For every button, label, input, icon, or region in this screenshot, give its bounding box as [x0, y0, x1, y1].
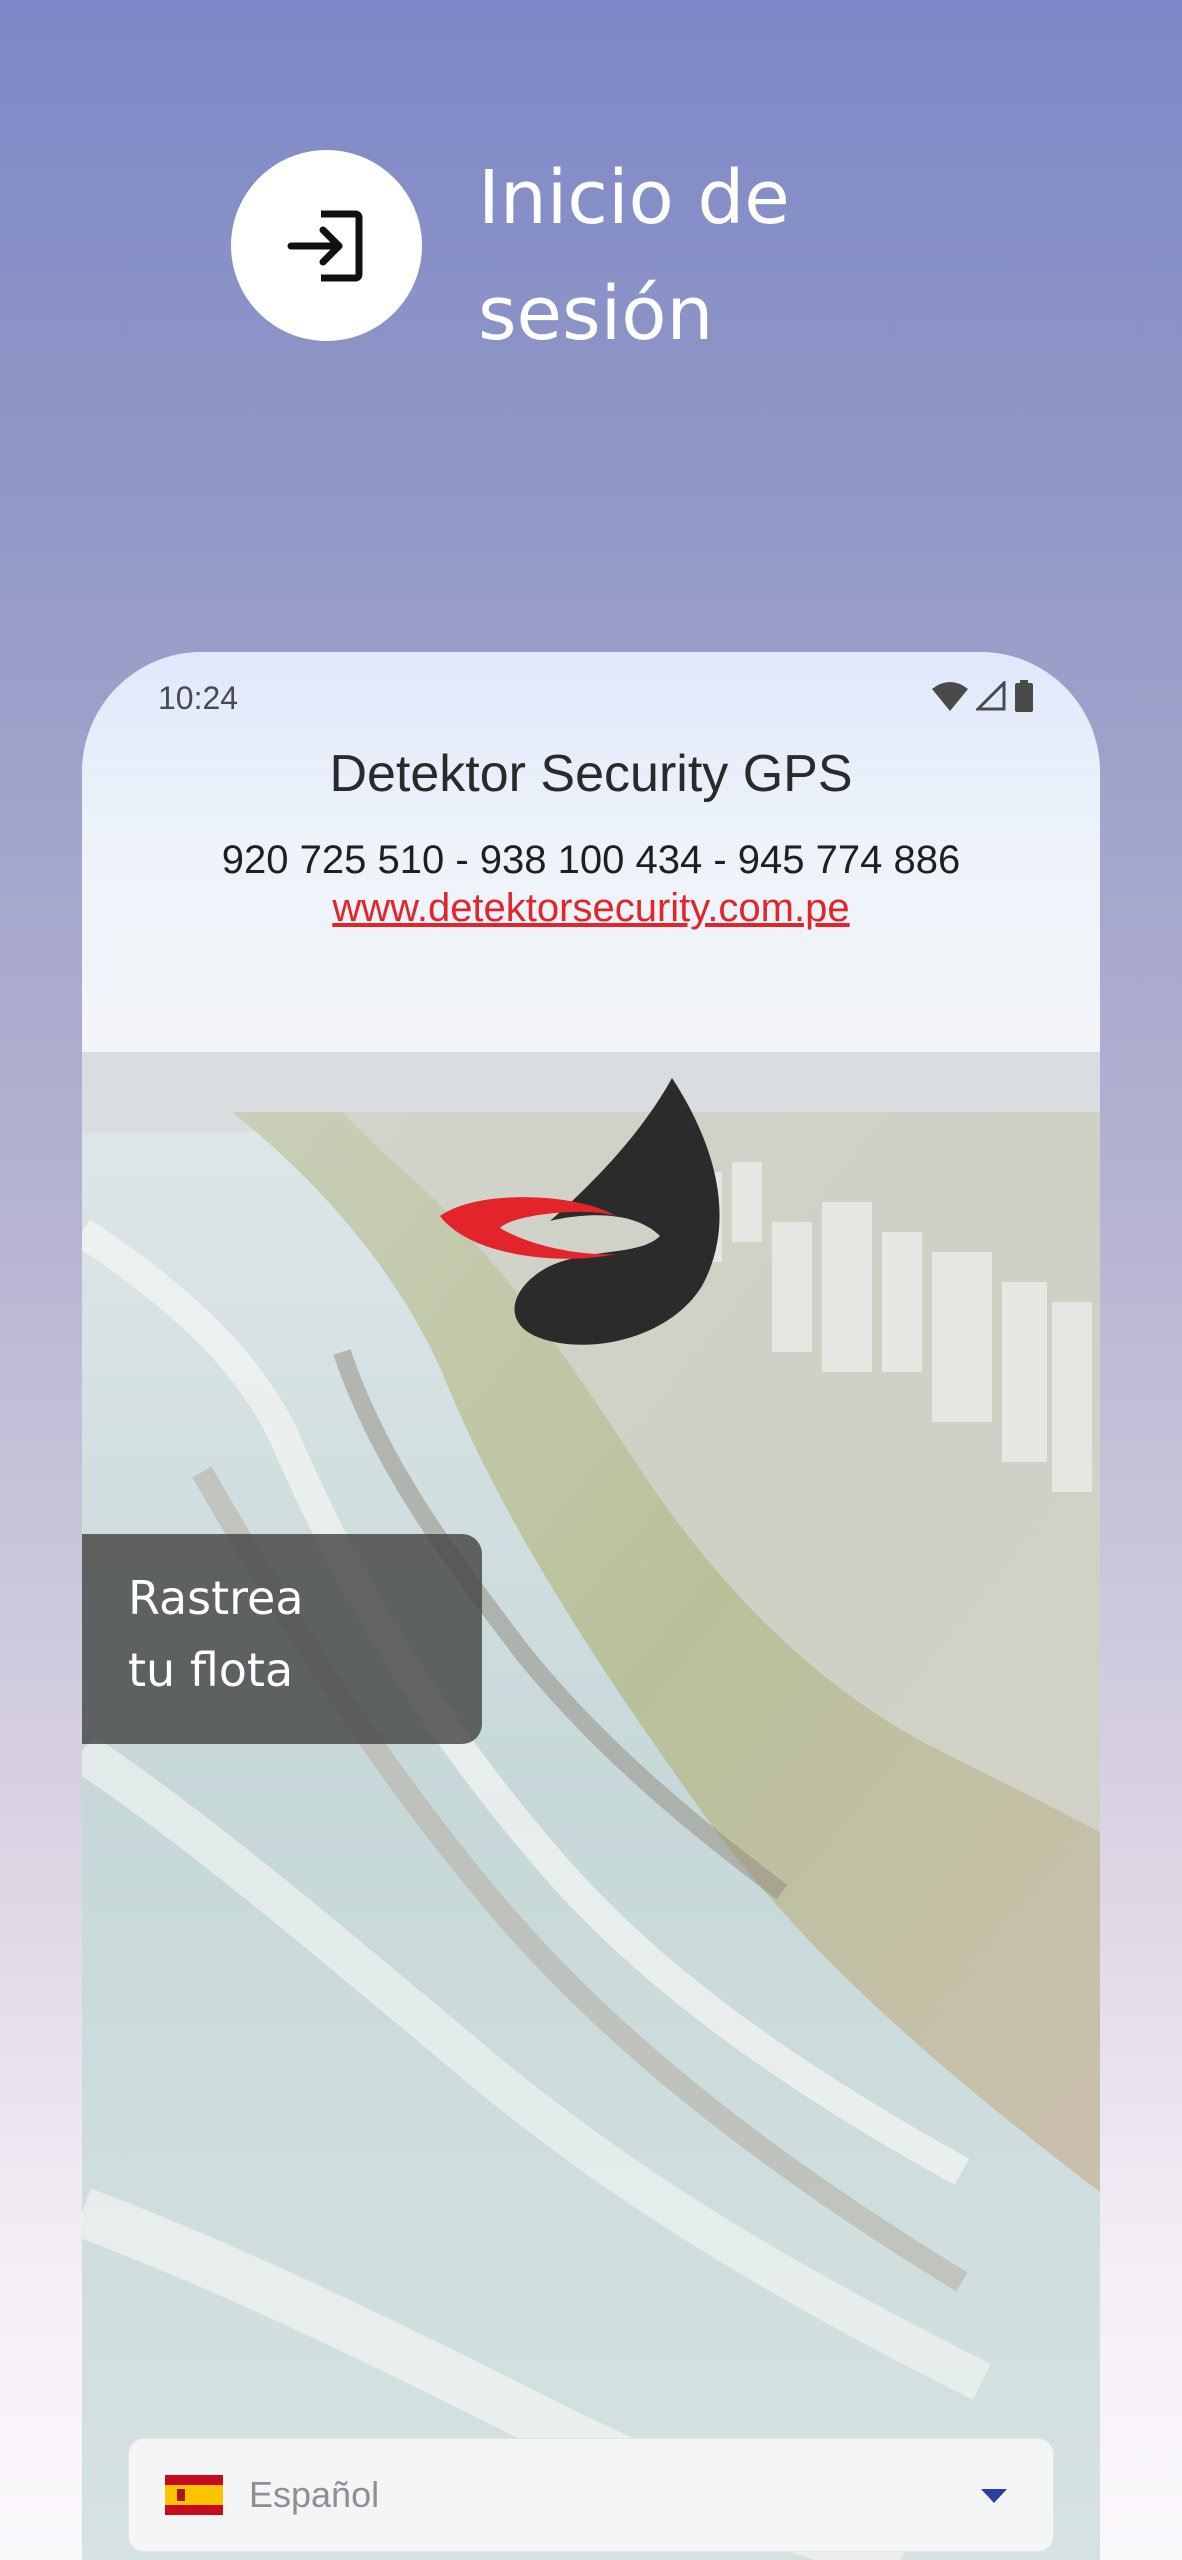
signal-icon [976, 681, 1006, 711]
chevron-down-icon [981, 2489, 1007, 2503]
language-select[interactable]: Español [128, 2438, 1054, 2552]
website-link[interactable]: www.detektorsecurity.com.pe [82, 886, 1100, 931]
tagline-line-2: tu flota [128, 1643, 294, 1697]
app-title: Detektor Security GPS [329, 745, 853, 803]
spain-flag-icon [165, 2475, 223, 2515]
page-title: Inicio de sesión [478, 155, 790, 357]
wifi-icon [932, 682, 968, 711]
tagline-line-1: Rastrea [128, 1571, 304, 1625]
login-icon [287, 210, 362, 281]
page-header: Inicio de sesión [0, 0, 1182, 420]
detektor-logo [440, 1078, 720, 1345]
status-bar: 10:24 [82, 652, 1100, 752]
login-icon-circle [231, 150, 422, 341]
battery-icon [1015, 680, 1033, 712]
language-selected-value: Español [249, 2474, 380, 2515]
phone-screen-preview: 10:24 Detektor Security GPS 920 725 510 … [82, 652, 1100, 2560]
status-icons [932, 680, 1034, 712]
tagline-panel: Rastrea tu flota [82, 1534, 482, 1744]
contact-phones: 920 725 510 - 938 100 434 - 945 774 886 [221, 838, 961, 882]
status-time: 10:24 [158, 680, 239, 716]
